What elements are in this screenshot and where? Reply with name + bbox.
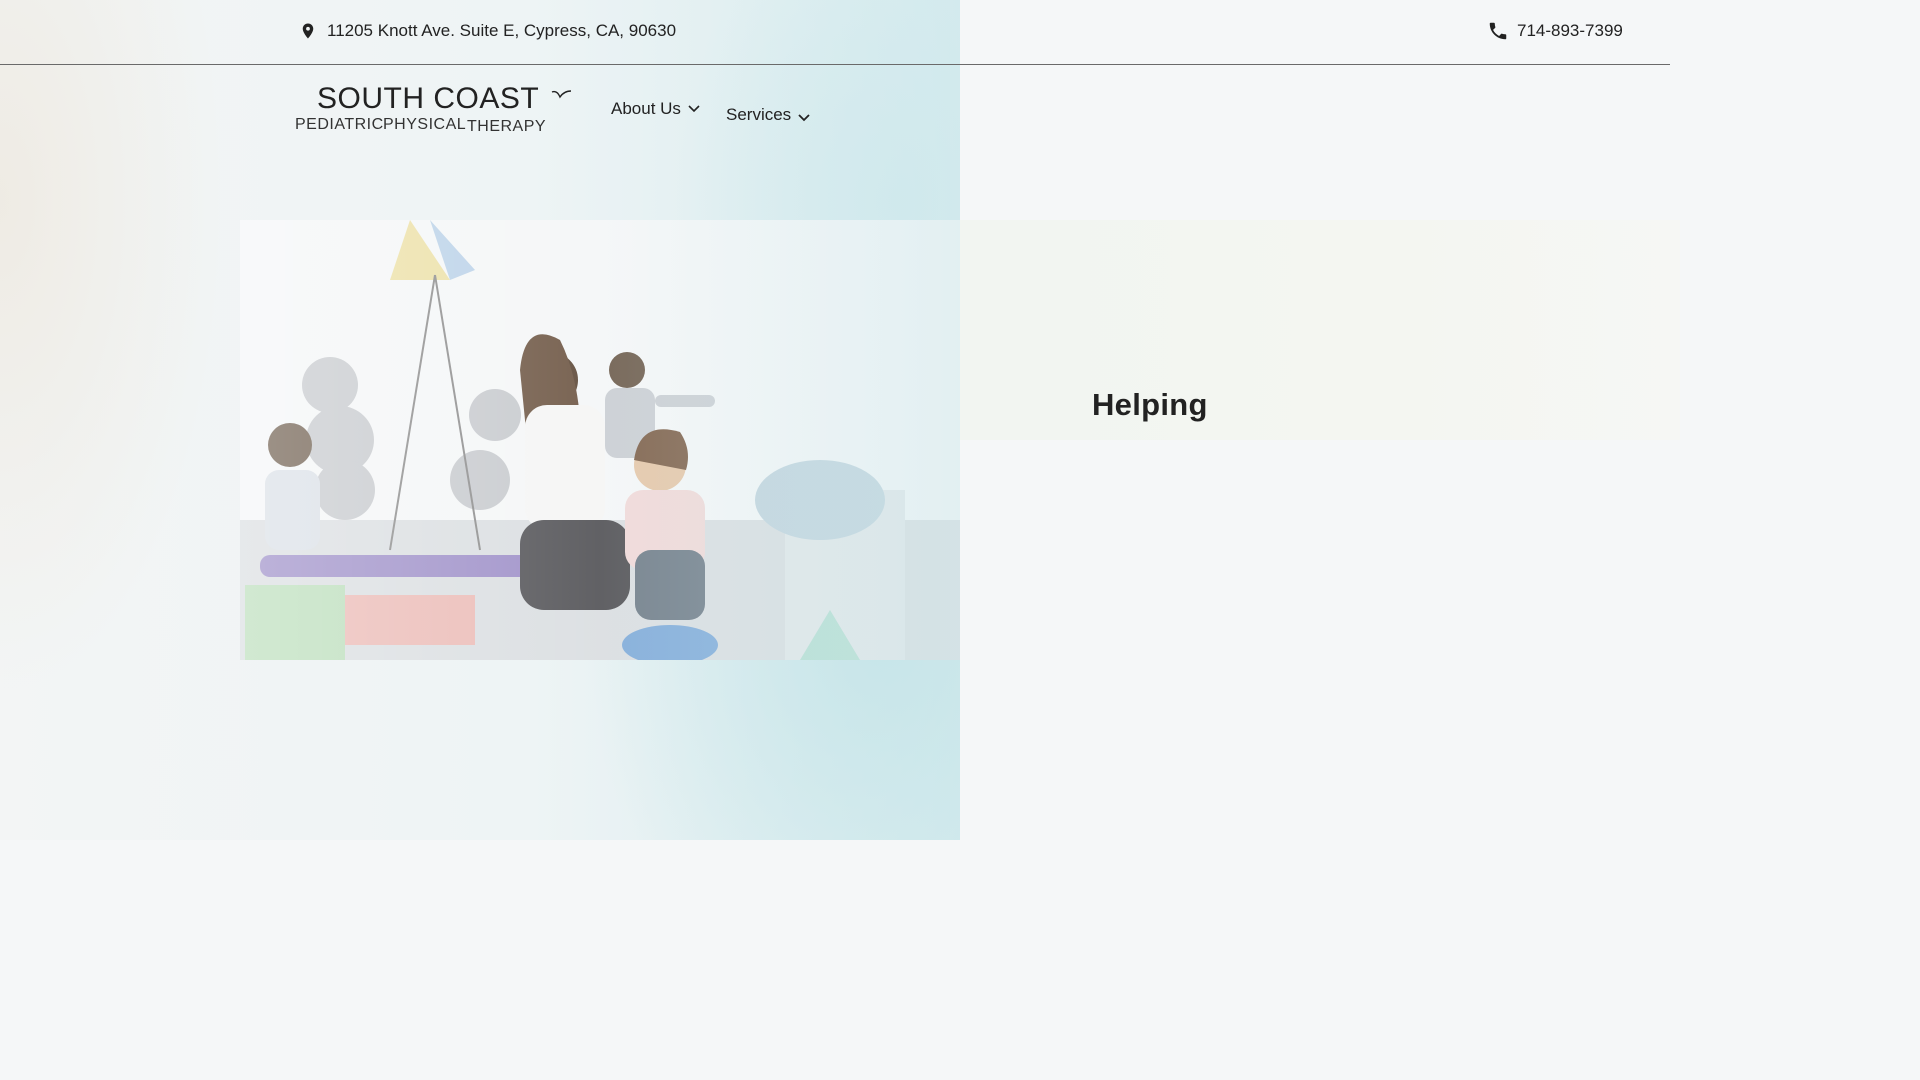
logo-subtitle-pediatric: PEDIATRIC [295, 116, 384, 133]
phone-text: 714-893-7399 [1517, 21, 1623, 40]
nav-services[interactable]: Services [726, 102, 811, 128]
logo-subtitle-physical: PHYSICAL [383, 116, 467, 133]
phone-link[interactable]: 714-893-7399 [1487, 20, 1623, 42]
nav-about-us[interactable]: About Us [611, 99, 701, 119]
nav-about-us-label: About Us [611, 99, 681, 118]
hero-right-band [960, 220, 1680, 440]
address-text: 11205 Knott Ave. Suite E, Cypress, CA, 9… [327, 21, 677, 40]
hero-headline: Helping [1092, 386, 1208, 422]
bird-icon [551, 88, 573, 107]
logo-title: SOUTH COAST [317, 82, 540, 115]
site-logo[interactable]: SOUTH COAST PEDIATRIC PHYSICAL THERAPY [295, 82, 575, 142]
phone-icon [1487, 20, 1509, 42]
hero-photo [240, 220, 960, 660]
chevron-down-icon [687, 99, 701, 119]
hero-photo-overlay [240, 220, 960, 660]
map-pin-icon [297, 20, 319, 42]
top-info-bar: 11205 Knott Ave. Suite E, Cypress, CA, 9… [0, 0, 1670, 65]
logo-subtitle-therapy: THERAPY [467, 118, 547, 135]
chevron-down-icon [797, 108, 811, 128]
address-link[interactable]: 11205 Knott Ave. Suite E, Cypress, CA, 9… [297, 20, 676, 42]
nav-services-label: Services [726, 105, 792, 124]
